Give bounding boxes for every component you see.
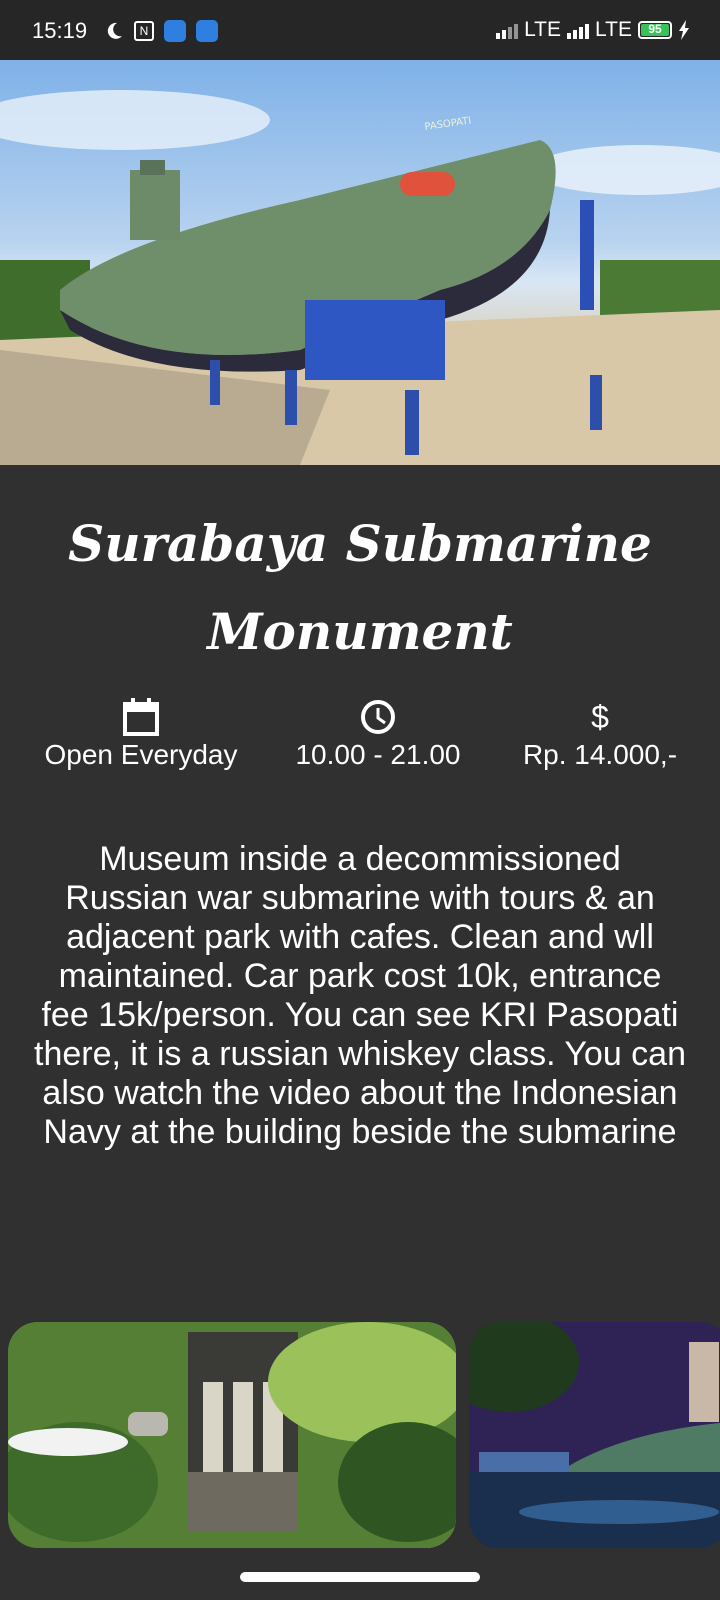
- dollar-icon: $: [591, 698, 609, 735]
- network-label-1: LTE: [524, 18, 562, 41]
- price-info: $ Rp. 14.000,-: [500, 697, 700, 771]
- clock-icon: [361, 700, 395, 734]
- status-right: LTE LTE 95: [496, 18, 690, 42]
- open-days-label: Open Everyday: [44, 739, 238, 770]
- network-label-2: LTE: [595, 18, 632, 41]
- hero-image: PASOPATI: [0, 60, 720, 465]
- signal-icon: [496, 21, 519, 39]
- garden-building-photo: [8, 1322, 456, 1548]
- signal-icon-2: [567, 21, 590, 39]
- moon-icon: [107, 22, 122, 39]
- home-indicator[interactable]: [240, 1572, 480, 1582]
- gallery-photo-2[interactable]: [469, 1322, 720, 1548]
- description-text: Museum inside a decommissioned Russian w…: [34, 840, 686, 1151]
- open-days-info: Open Everyday: [36, 697, 246, 771]
- info-row: Open Everyday 10.00 - 21.00 $ Rp. 14.000…: [0, 697, 720, 777]
- submarine-photo: PASOPATI: [0, 90, 720, 465]
- status-notification-icons: N: [104, 20, 218, 42]
- hero-hull-text: PASOPATI: [424, 116, 472, 133]
- night-submarine-photo: [469, 1322, 720, 1548]
- app-notification-icon-2: [196, 20, 218, 42]
- nfc-icon: N: [134, 21, 154, 41]
- hours-info: 10.00 - 21.00: [278, 697, 478, 771]
- battery-icon: 95: [638, 21, 672, 39]
- hours-label: 10.00 - 21.00: [295, 739, 461, 770]
- app-notification-icon: [164, 20, 186, 42]
- status-time: 15:19: [32, 18, 88, 43]
- charging-icon: [679, 20, 689, 40]
- battery-level: 95: [648, 22, 662, 36]
- page-title: Surabaya Submarine Monument: [68, 514, 652, 661]
- status-bar: 15:19 N LTE LTE 95: [0, 0, 720, 60]
- photo-gallery[interactable]: [0, 1322, 720, 1548]
- price-label: Rp. 14.000,-: [522, 739, 678, 770]
- calendar-icon: [123, 698, 159, 736]
- gallery-photo-1[interactable]: [8, 1322, 456, 1548]
